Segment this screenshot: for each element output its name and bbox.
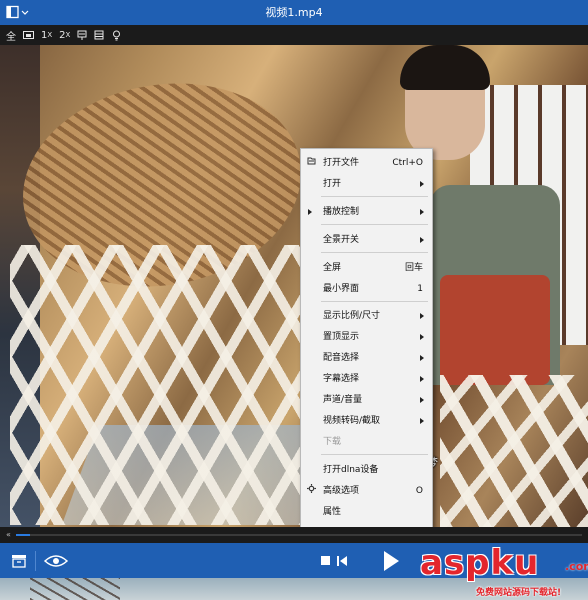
menu-item-audio-track[interactable]: 配音选择 [301,349,432,367]
zoom-2x-sup: X [65,31,71,39]
submenu-arrow-icon [420,237,424,243]
play-button[interactable] [380,550,402,572]
menu-item-minimal-ui[interactable]: 最小界面 1 [301,280,432,298]
menu-item-channel-volume[interactable]: 声道/音量 [301,391,432,409]
menu-item-dlna[interactable]: 打开dlna设备 [301,461,432,479]
menu-separator [321,196,428,197]
video-scene-bag [440,275,550,385]
menu-item-download: 下载 [301,433,432,451]
layout-icon [94,30,104,40]
control-divider [35,551,36,571]
menu-item-shortcut: Ctrl+O [392,158,423,168]
play-icon [384,551,399,571]
rewind-marker[interactable]: « [6,530,11,539]
menu-item-label: 打开dlna设备 [323,465,379,475]
menu-item-label: 置顶显示 [323,332,360,342]
video-frame[interactable]: 追梦 [0,45,588,527]
menu-item-label: 配音选择 [323,353,360,363]
progress-track[interactable] [16,534,582,536]
gear-icon [307,482,316,500]
menu-item-transcode[interactable]: 视频转码/截取 [301,412,432,430]
progress-fill [16,534,31,536]
stop-button[interactable] [320,555,331,566]
video-scene-lattice [10,245,310,525]
menu-separator [321,301,428,302]
menu-separator [321,224,428,225]
pin-icon [77,30,87,40]
menu-item-properties[interactable]: 属性 [301,503,432,521]
control-bar [0,543,588,578]
menu-item-open-file[interactable]: 打开文件 Ctrl+O [301,154,432,172]
submenu-arrow-icon [420,334,424,340]
menu-item-playback-control[interactable]: 播放控制 [301,203,432,221]
pin-button[interactable] [77,27,87,43]
menu-item-label: 最小界面 [323,284,360,294]
menu-item-label: 全景开关 [323,235,360,245]
menu-item-shortcut: O [415,486,423,496]
menu-item-always-on-top[interactable]: 置顶显示 [301,328,432,346]
menu-item-label: 打开 [323,179,342,189]
submenu-arrow-icon [420,355,424,361]
previous-button[interactable] [336,555,348,566]
menu-item-open[interactable]: 打开 [301,175,432,193]
zoom-2x-button[interactable]: 2X [59,27,70,43]
title-bar: 视频1.mp4 [0,0,588,25]
eye-icon [44,555,68,567]
playlist-button[interactable] [9,552,29,570]
open-file-icon [307,154,316,172]
menu-item-label: 下载 [323,437,342,447]
menu-item-label: 属性 [323,507,342,517]
zoom-1x-sup: X [47,31,53,39]
submenu-arrow-icon [420,313,424,319]
skip-previous-icon [337,555,347,566]
menu-item-fullscreen[interactable]: 全屏 回车 [301,259,432,277]
context-menu: 打开文件 Ctrl+O 打开 播放控制 全景开关 全屏 回车 最小界面 1 显示… [300,148,433,528]
menu-item-aspect-ratio[interactable]: 显示比例/尺寸 [301,307,432,325]
active-marker-icon [308,209,312,215]
bulb-button[interactable] [111,27,121,43]
menu-item-label: 显示比例/尺寸 [323,311,381,321]
menu-item-shortcut: 1 [417,284,423,294]
window-title: 视频1.mp4 [265,6,323,19]
menu-item-label: 高级选项 [323,486,360,496]
mini-window-button[interactable] [23,27,34,43]
submenu-arrow-icon [420,397,424,403]
video-scene-person-hair [400,45,490,90]
menu-item-shortcut: 回车 [404,263,423,273]
bulb-icon [112,30,120,40]
menu-item-subtitle-select[interactable]: 字幕选择 [301,370,432,388]
submenu-arrow-icon [420,181,424,187]
zoom-1x-button[interactable]: 1X [41,27,52,43]
desktop-background [0,578,588,600]
menu-item-panorama-toggle[interactable]: 全景开关 [301,231,432,249]
menu-item-label: 全屏 [323,263,342,273]
progress-bar[interactable]: « [0,527,588,543]
desktop-tree [30,578,120,600]
submenu-arrow-icon [420,209,424,215]
menu-separator [321,454,428,455]
menu-item-label: 声道/音量 [323,395,363,405]
menu-item-label: 播放控制 [323,207,360,217]
layout-button[interactable] [94,27,104,43]
eye-button[interactable] [43,552,69,570]
video-scene-lattice-right [440,375,588,527]
stop-icon [321,556,330,565]
playlist-icon [12,555,26,568]
top-toolbar: 全 1X 2X [0,25,588,45]
submenu-arrow-icon [420,376,424,382]
menu-item-label: 字幕选择 [323,374,360,384]
mini-window-icon [23,31,34,39]
submenu-arrow-icon [420,418,424,424]
menu-item-advanced-options[interactable]: 高级选项 O [301,482,432,500]
fullscreen-text-button[interactable]: 全 [6,27,16,43]
menu-separator [321,252,428,253]
menu-item-label: 打开文件 [323,158,360,168]
menu-item-label: 视频转码/截取 [323,416,381,426]
